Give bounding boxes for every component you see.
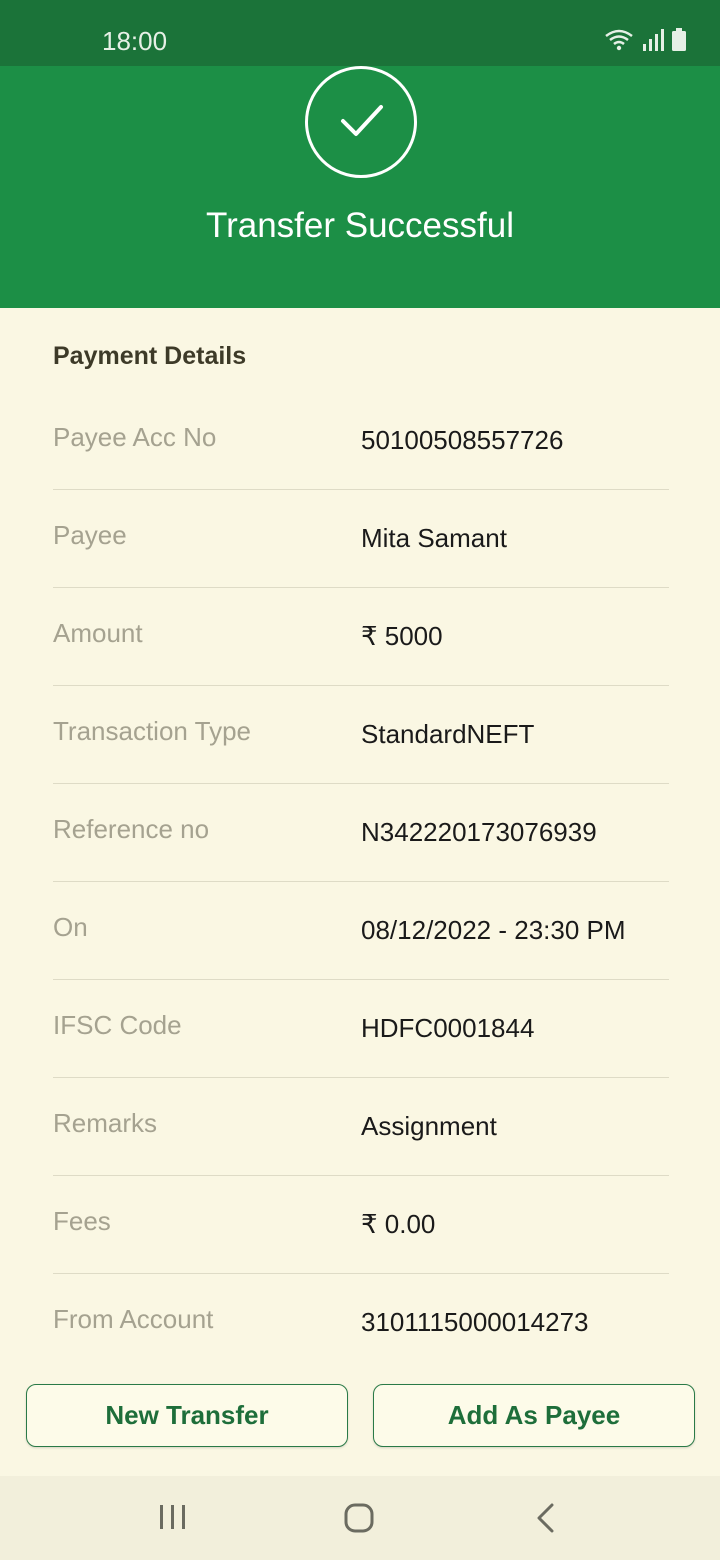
detail-value: StandardNEFT (361, 719, 535, 749)
recent-apps-icon[interactable] (158, 1502, 188, 1537)
detail-value: ₹ 5000 (361, 621, 443, 651)
detail-value: ₹ 0.00 (361, 1209, 436, 1239)
detail-label: From Account (53, 1304, 214, 1334)
add-as-payee-button[interactable]: Add As Payee (373, 1384, 695, 1447)
detail-row-ifsc-code: IFSC Code HDFC0001844 (53, 980, 669, 1078)
detail-row-transaction-type: Transaction Type StandardNEFT (53, 686, 669, 784)
detail-row-payee: Payee Mita Samant (53, 490, 669, 588)
back-icon[interactable] (534, 1502, 558, 1539)
detail-label: On (53, 912, 88, 942)
detail-value: 08/12/2022 - 23:30 PM (361, 915, 626, 945)
detail-value: HDFC0001844 (361, 1013, 535, 1043)
battery-icon (672, 28, 686, 57)
detail-row-fees: Fees ₹ 0.00 (53, 1176, 669, 1274)
detail-label: Remarks (53, 1108, 158, 1138)
screen: 18:00 Transfer Successful Payment Detail… (0, 0, 720, 1560)
detail-value: N342220173076939 (361, 817, 597, 847)
detail-value: Mita Samant (361, 523, 507, 553)
detail-row-on: On 08/12/2022 - 23:30 PM (53, 882, 669, 980)
detail-label: Payee (53, 520, 127, 550)
new-transfer-button[interactable]: New Transfer (26, 1384, 348, 1447)
detail-label: Reference no (53, 814, 210, 844)
home-icon[interactable] (343, 1502, 375, 1539)
detail-row-payee-acc-no: Payee Acc No 50100508557726 (53, 392, 669, 490)
detail-value: 50100508557726 (361, 425, 564, 455)
status-bar: 18:00 (0, 0, 720, 66)
status-icons (604, 28, 686, 57)
wifi-icon (604, 28, 634, 57)
detail-label: Payee Acc No (53, 422, 217, 452)
success-check-circle (305, 66, 417, 178)
details-list: Payee Acc No 50100508557726 Payee Mita S… (53, 392, 669, 1372)
detail-row-amount: Amount ₹ 5000 (53, 588, 669, 686)
section-title: Payment Details (53, 342, 247, 370)
detail-label: IFSC Code (53, 1010, 182, 1040)
detail-label: Fees (53, 1206, 111, 1236)
header-title: Transfer Successful (206, 206, 514, 245)
success-header: Transfer Successful (0, 66, 720, 308)
detail-row-remarks: Remarks Assignment (53, 1078, 669, 1176)
checkmark-icon (341, 105, 383, 136)
status-time: 18:00 (102, 26, 168, 56)
signal-icon (642, 28, 664, 57)
detail-row-from-account: From Account 3101115000014273 (53, 1274, 669, 1372)
system-nav-bar (0, 1476, 720, 1560)
detail-value: Assignment (361, 1111, 497, 1141)
detail-row-reference-no: Reference no N342220173076939 (53, 784, 669, 882)
detail-label: Amount (53, 618, 143, 648)
detail-value: 3101115000014273 (361, 1307, 589, 1337)
detail-label: Transaction Type (53, 716, 251, 746)
